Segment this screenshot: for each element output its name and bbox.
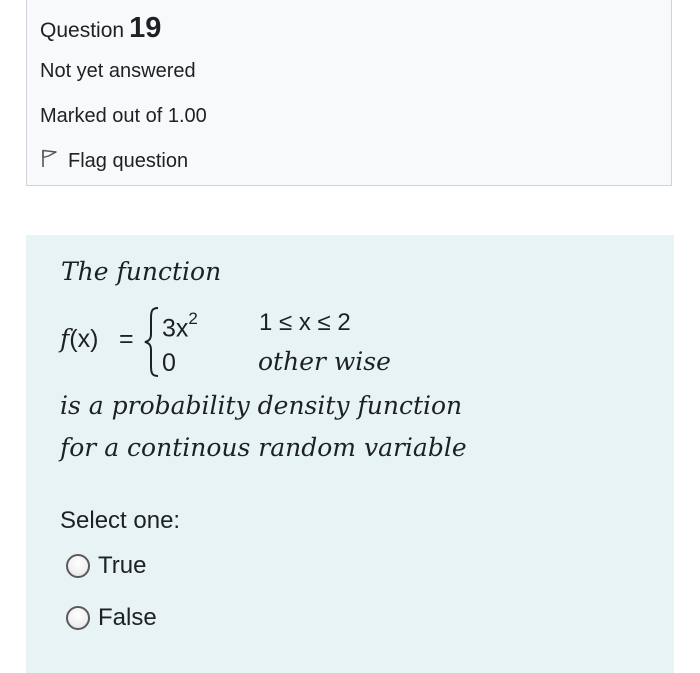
function-args: (x): [69, 325, 99, 353]
question-status: Not yet answered: [40, 60, 196, 82]
question-text-panel: The function f(x) = 3x2 1 ≤ x ≤ 2 0 othe…: [26, 235, 674, 673]
flag-question-label: Flag question: [68, 149, 189, 172]
case1-expression: 3x2: [162, 309, 198, 343]
flag-icon: [40, 148, 68, 174]
piecewise-brace: [144, 307, 159, 377]
question-intro: The function: [61, 257, 222, 286]
question-prefix: Question: [40, 19, 125, 42]
case1-condition: 1 ≤ x ≤ 2: [259, 309, 351, 336]
function-lhs: f(x): [60, 324, 98, 354]
question-marks: Marked out of 1.00: [40, 105, 207, 127]
equals-sign: =: [119, 325, 134, 353]
question-info-panel: Question 19 Not yet answered Marked out o…: [26, 0, 672, 186]
question-line-1: is a probability density function: [60, 391, 463, 420]
option-false-label: False: [98, 604, 157, 631]
case2-condition: other wise: [258, 347, 391, 376]
flag-question-button[interactable]: Flag question: [40, 148, 188, 174]
function-name: f: [60, 324, 70, 353]
radio-true[interactable]: [66, 554, 90, 578]
case2-expression: 0: [162, 349, 176, 377]
question-line-2: for a continous random variable: [60, 433, 467, 462]
option-true[interactable]: True: [66, 549, 146, 583]
radio-false[interactable]: [66, 606, 90, 630]
option-false[interactable]: False: [66, 601, 157, 635]
option-true-label: True: [98, 552, 147, 579]
question-number: 19: [129, 12, 162, 44]
select-one-prompt: Select one:: [60, 507, 181, 534]
question-number-label: Question 19: [40, 13, 161, 46]
